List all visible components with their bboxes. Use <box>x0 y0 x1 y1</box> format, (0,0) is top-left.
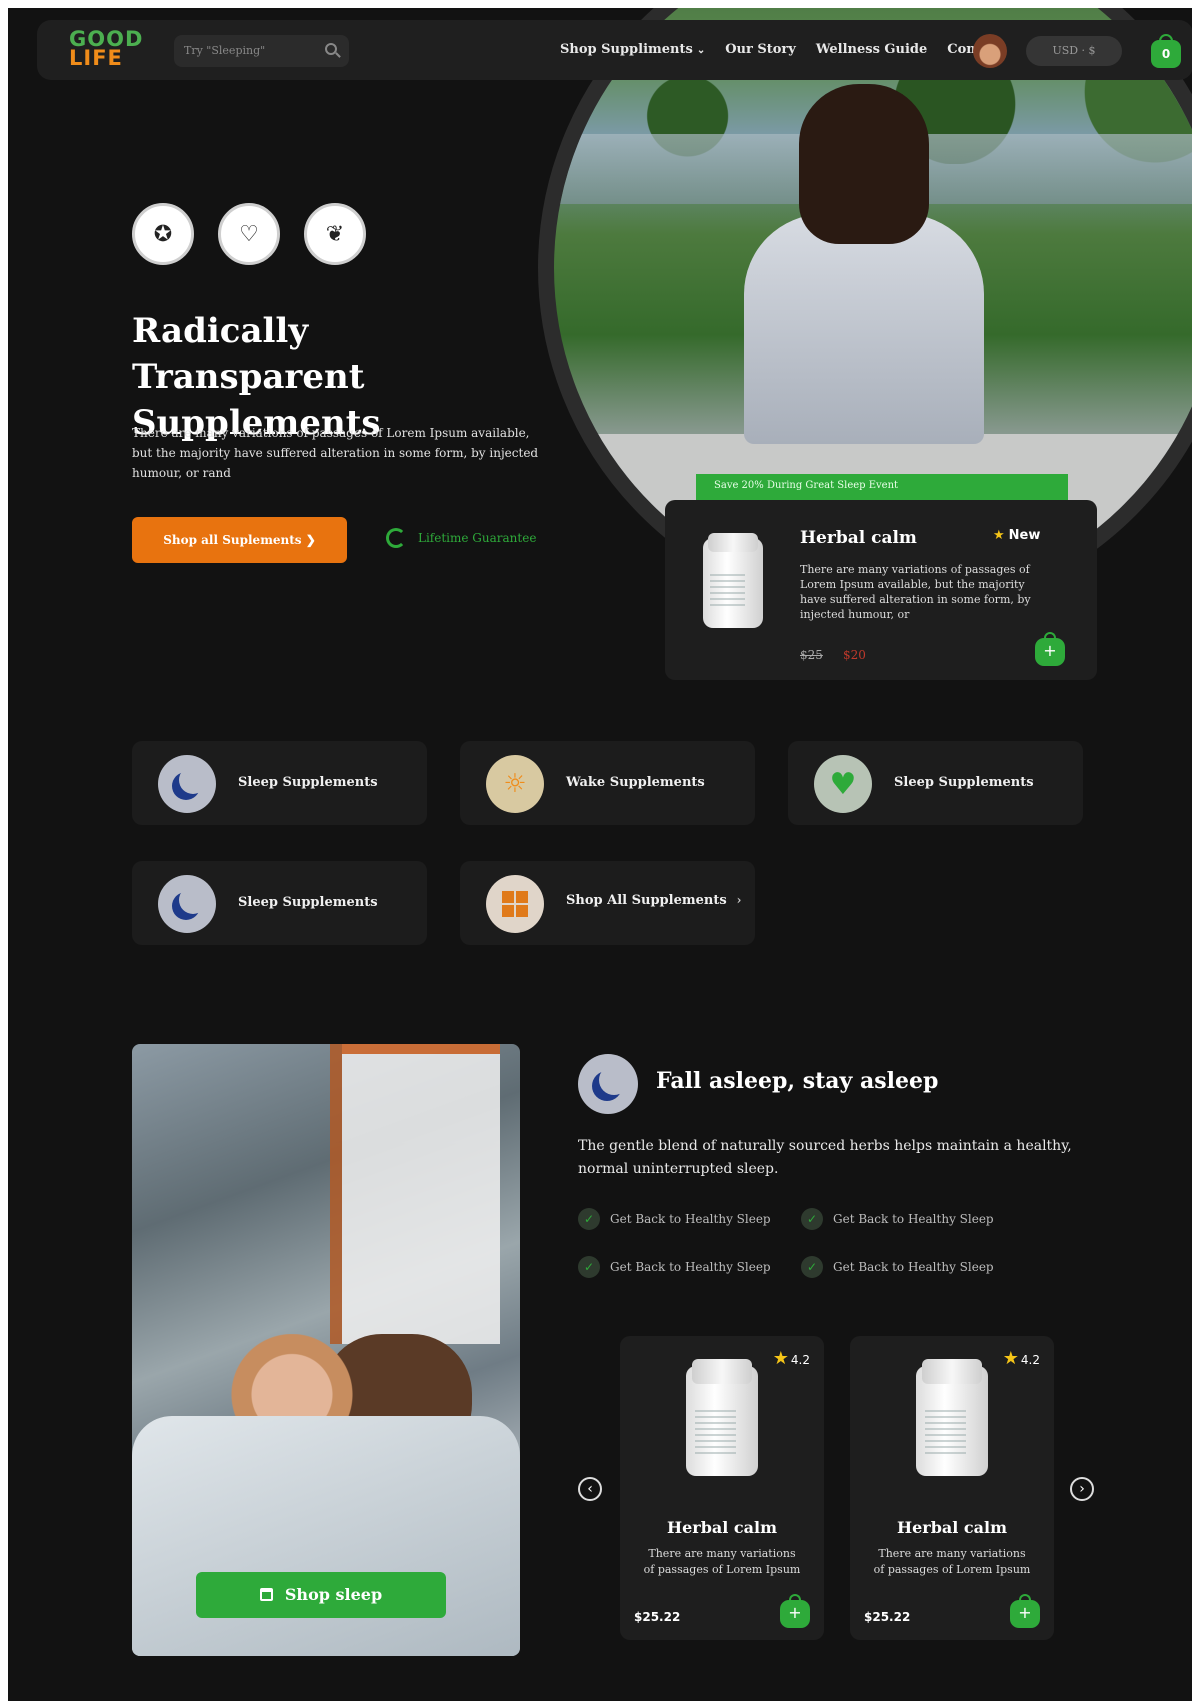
brand-logo[interactable]: GOOD LIFE <box>69 29 149 70</box>
product-price: $25.22 <box>864 1610 911 1624</box>
check-icon: ✓ <box>578 1256 600 1278</box>
chevron-left-icon: ‹ <box>587 1481 593 1497</box>
benefit-label: Get Back to Healthy Sleep <box>833 1212 994 1226</box>
sleeping-couple-image: Shop sleep <box>132 1044 520 1656</box>
promo-banner[interactable]: Save 20% During Great Sleep Event <box>696 474 1068 500</box>
add-to-cart-button[interactable]: + <box>1010 1594 1040 1628</box>
certified-quality-icon: ✪ <box>132 203 194 265</box>
rating: ★ 4.2 <box>1003 1348 1040 1369</box>
product-title: Herbal calm <box>896 1518 1008 1537</box>
search-input[interactable]: Try "Sleeping" <box>174 35 349 67</box>
check-icon: ✓ <box>801 1208 823 1230</box>
product-description: There are many variations of passages of… <box>643 1547 801 1576</box>
nav-link-shop[interactable]: Shop Suppliments ⌄ <box>560 42 705 57</box>
moon-icon <box>158 875 216 933</box>
supplement-bottle-image <box>916 1359 988 1476</box>
currency-select[interactable]: USD · $ <box>1026 36 1122 66</box>
category-label: Sleep Supplements <box>894 775 1034 790</box>
old-price: $25 <box>800 648 823 662</box>
benefit-label: Get Back to Healthy Sleep <box>833 1260 994 1274</box>
hero-description: There are many variations of passages of… <box>132 426 539 480</box>
nav-link-our-story[interactable]: Our Story <box>725 42 796 57</box>
featured-product-description: There are many variations of passages of… <box>800 563 1031 621</box>
chevron-right-icon: › <box>1079 1481 1085 1497</box>
page: GOOD LIFE Try "Sleeping" Shop Suppliment… <box>8 8 1192 1701</box>
chevron-down-icon: ⌄ <box>696 45 706 56</box>
sleep-section-description: The gentle blend of naturally sourced he… <box>578 1138 1072 1177</box>
cart-count: 0 <box>1151 40 1181 68</box>
benefit-label: Get Back to Healthy Sleep <box>610 1212 771 1226</box>
sale-price: $20 <box>843 648 866 662</box>
category-sleep-supplements-2[interactable]: Sleep Supplements <box>132 861 427 945</box>
star-icon: ★ <box>993 528 1005 543</box>
star-icon: ★ <box>772 1348 789 1369</box>
nav-link-shop-label: Shop Suppliments <box>560 42 693 57</box>
product-card[interactable]: ★ 4.2 Herbal calm There are many variatio… <box>620 1336 824 1640</box>
chevron-right-icon: › <box>736 893 742 907</box>
category-sleep-supplements[interactable]: Sleep Supplements <box>132 741 427 825</box>
check-icon: ✓ <box>801 1256 823 1278</box>
benefit-label: Get Back to Healthy Sleep <box>610 1260 771 1274</box>
shop-sleep-button[interactable]: Shop sleep <box>196 1572 446 1618</box>
moon-icon <box>158 755 216 813</box>
carousel-next-button[interactable]: › <box>1070 1477 1094 1501</box>
add-to-cart-button[interactable]: + <box>780 1594 810 1628</box>
sleep-section-title: Fall asleep, stay asleep <box>656 1068 939 1094</box>
category-label: Wake Supplements <box>566 775 705 790</box>
guarantee-icon <box>386 528 406 548</box>
category-shop-all[interactable]: Shop All Supplements › <box>460 861 755 945</box>
plus-icon: + <box>1035 638 1065 666</box>
guarantee-label: Lifetime Guarantee <box>418 531 537 545</box>
shop-all-supplements-button[interactable]: Shop all Suplements ❯ <box>132 517 347 563</box>
calendar-icon <box>259 1588 273 1601</box>
nav-links: Shop Suppliments ⌄ Our Story Wellness Gui… <box>560 42 1004 57</box>
category-label: Sleep Supplements <box>238 895 378 910</box>
new-badge: ★ New <box>993 528 1040 543</box>
category-label: Sleep Supplements <box>238 775 378 790</box>
plus-icon: + <box>780 1600 810 1628</box>
top-navigation: GOOD LIFE Try "Sleeping" Shop Suppliment… <box>37 20 1192 80</box>
cart-button[interactable]: 0 <box>1151 34 1181 68</box>
product-price: $25.22 <box>634 1610 681 1624</box>
search-placeholder: Try "Sleeping" <box>184 44 266 57</box>
logo-line-2: LIFE <box>69 46 123 70</box>
moon-icon <box>578 1054 638 1114</box>
rating: ★ 4.2 <box>773 1348 810 1369</box>
rating-value: 4.2 <box>790 1353 810 1367</box>
sun-icon: ☼ <box>486 755 544 813</box>
benefit-item: ✓ Get Back to Healthy Sleep <box>801 1208 994 1230</box>
carousel-prev-button[interactable]: ‹ <box>578 1477 602 1501</box>
benefit-item: ✓ Get Back to Healthy Sleep <box>801 1256 994 1278</box>
nav-link-wellness-guide[interactable]: Wellness Guide <box>816 42 927 57</box>
add-to-cart-button[interactable]: + <box>1035 632 1065 666</box>
product-description: There are many variations of passages of… <box>873 1547 1031 1576</box>
product-card[interactable]: ★ 4.2 Herbal calm There are many variatio… <box>850 1336 1054 1640</box>
supplement-bottle-image <box>703 532 763 628</box>
benefit-item: ✓ Get Back to Healthy Sleep <box>578 1208 771 1230</box>
shop-sleep-label: Shop sleep <box>284 1585 383 1604</box>
leaf-vegan-icon: ❦ <box>304 203 366 265</box>
category-sleep-supplements-heart[interactable]: ♥ Sleep Supplements <box>788 741 1083 825</box>
lifetime-guarantee[interactable]: Lifetime Guarantee <box>386 528 536 548</box>
plus-icon: + <box>1010 1600 1040 1628</box>
trust-badges: ✪ ♡ ❦ <box>132 203 366 265</box>
new-badge-label: New <box>1008 528 1041 543</box>
rating-value: 4.2 <box>1020 1353 1040 1367</box>
category-wake-supplements[interactable]: ☼ Wake Supplements <box>460 741 755 825</box>
featured-product-card[interactable]: Herbal calm ★ New There are many variatio… <box>665 500 1097 680</box>
product-title: Herbal calm <box>666 1518 778 1537</box>
supplement-bottle-image <box>686 1359 758 1476</box>
benefit-item: ✓ Get Back to Healthy Sleep <box>578 1256 771 1278</box>
featured-product-title: Herbal calm <box>800 528 917 548</box>
heart-lab-icon: ♡ <box>218 203 280 265</box>
avatar[interactable] <box>973 34 1007 68</box>
search-icon[interactable] <box>325 43 337 55</box>
shop-all-label: Shop All Supplements › <box>566 893 741 908</box>
heart-icon: ♥ <box>814 755 872 813</box>
check-icon: ✓ <box>578 1208 600 1230</box>
category-label: Shop All Supplements <box>566 893 727 908</box>
grid-icon <box>486 875 544 933</box>
star-icon: ★ <box>1002 1348 1019 1369</box>
